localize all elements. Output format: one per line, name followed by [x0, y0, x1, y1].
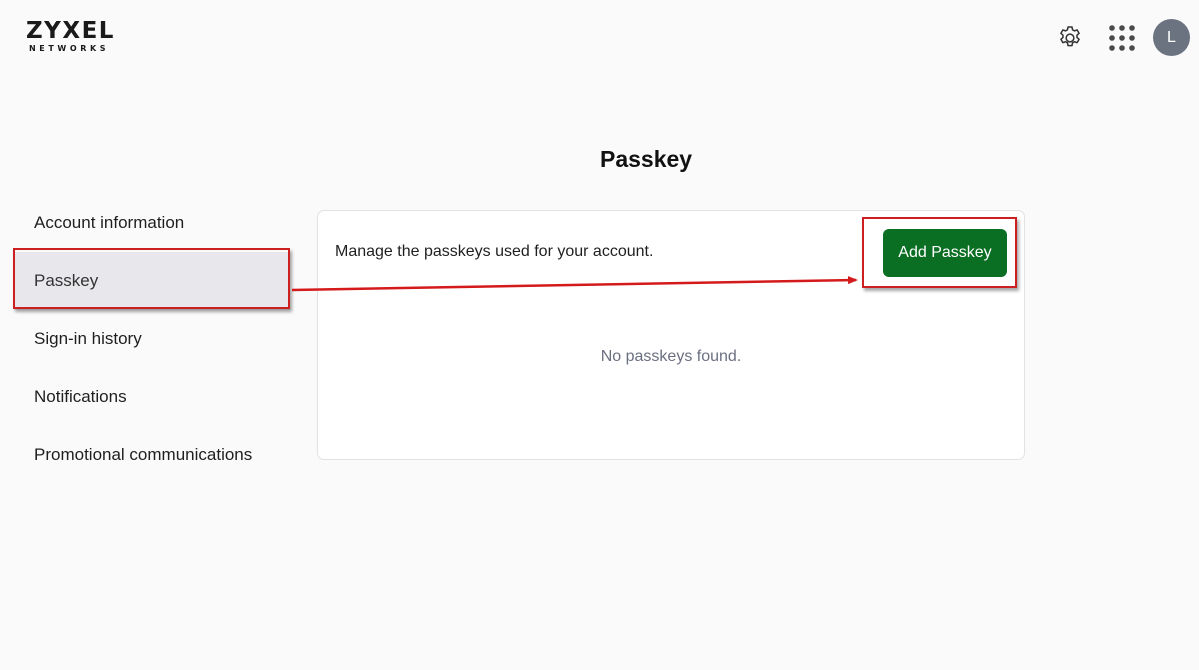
- settings-button[interactable]: [1055, 20, 1085, 56]
- sidebar-item-promotional-communications[interactable]: Promotional communications: [14, 426, 290, 484]
- apps-button[interactable]: [1107, 20, 1137, 56]
- passkey-highlight-box: [13, 248, 290, 309]
- add-passkey-highlight-box: [862, 217, 1017, 288]
- sidebar-item-sign-in-history[interactable]: Sign-in history: [14, 310, 290, 368]
- page-title: Passkey: [600, 146, 693, 172]
- user-avatar[interactable]: L: [1153, 19, 1190, 56]
- sidebar-item-notifications[interactable]: Notifications: [14, 368, 290, 426]
- card-description: Manage the passkeys used for your accoun…: [335, 243, 654, 260]
- sidebar-nav: Account information Passkey Sign-in hist…: [14, 194, 290, 484]
- sidebar-item-account-information[interactable]: Account information: [14, 194, 290, 252]
- zyxel-logo[interactable]: ZYXEL NETWORKS: [26, 20, 126, 56]
- gear-icon: [1060, 25, 1080, 46]
- grid-icon: [1109, 24, 1135, 51]
- logo-wordmark: ZYXEL: [26, 18, 115, 44]
- header-actions: L: [1055, 19, 1190, 56]
- logo-subtitle: NETWORKS: [29, 44, 110, 53]
- empty-state-message: No passkeys found.: [600, 348, 742, 365]
